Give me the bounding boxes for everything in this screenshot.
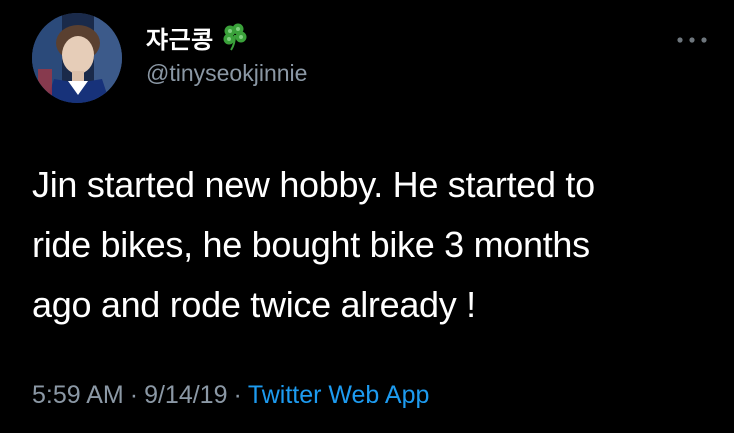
display-name[interactable]: 쟈근콩	[146, 20, 214, 55]
separator: ·	[233, 381, 242, 409]
tweet-text-line: ride bikes, he bought bike 3 months	[32, 224, 590, 265]
separator: ·	[129, 381, 139, 409]
username[interactable]: @tinyseokjinnie	[146, 60, 307, 87]
author-header: 쟈근콩 @tinyseokjinnie	[146, 20, 307, 87]
tweet-text: Jin started new hobby. He started to rid…	[32, 155, 712, 335]
more-options-icon[interactable]	[674, 33, 710, 45]
tweet-text-line: ago and rode twice already !	[32, 284, 476, 325]
tweet-time[interactable]: 5:59 AM	[32, 381, 124, 409]
tweet-source-link[interactable]: Twitter Web App	[248, 381, 430, 409]
tweet-text-line: Jin started new hobby. He started to	[32, 164, 595, 205]
tweet-meta: 5:59 AM · 9/14/19 · Twitter Web App	[32, 381, 429, 410]
display-name-row: 쟈근콩	[146, 20, 307, 54]
four-leaf-clover-icon	[220, 22, 250, 52]
tweet-date[interactable]: 9/14/19	[144, 381, 227, 409]
tweet-card: 쟈근콩 @tinyseokjinnie Jin started new hobb…	[0, 0, 734, 433]
avatar[interactable]	[32, 13, 122, 103]
